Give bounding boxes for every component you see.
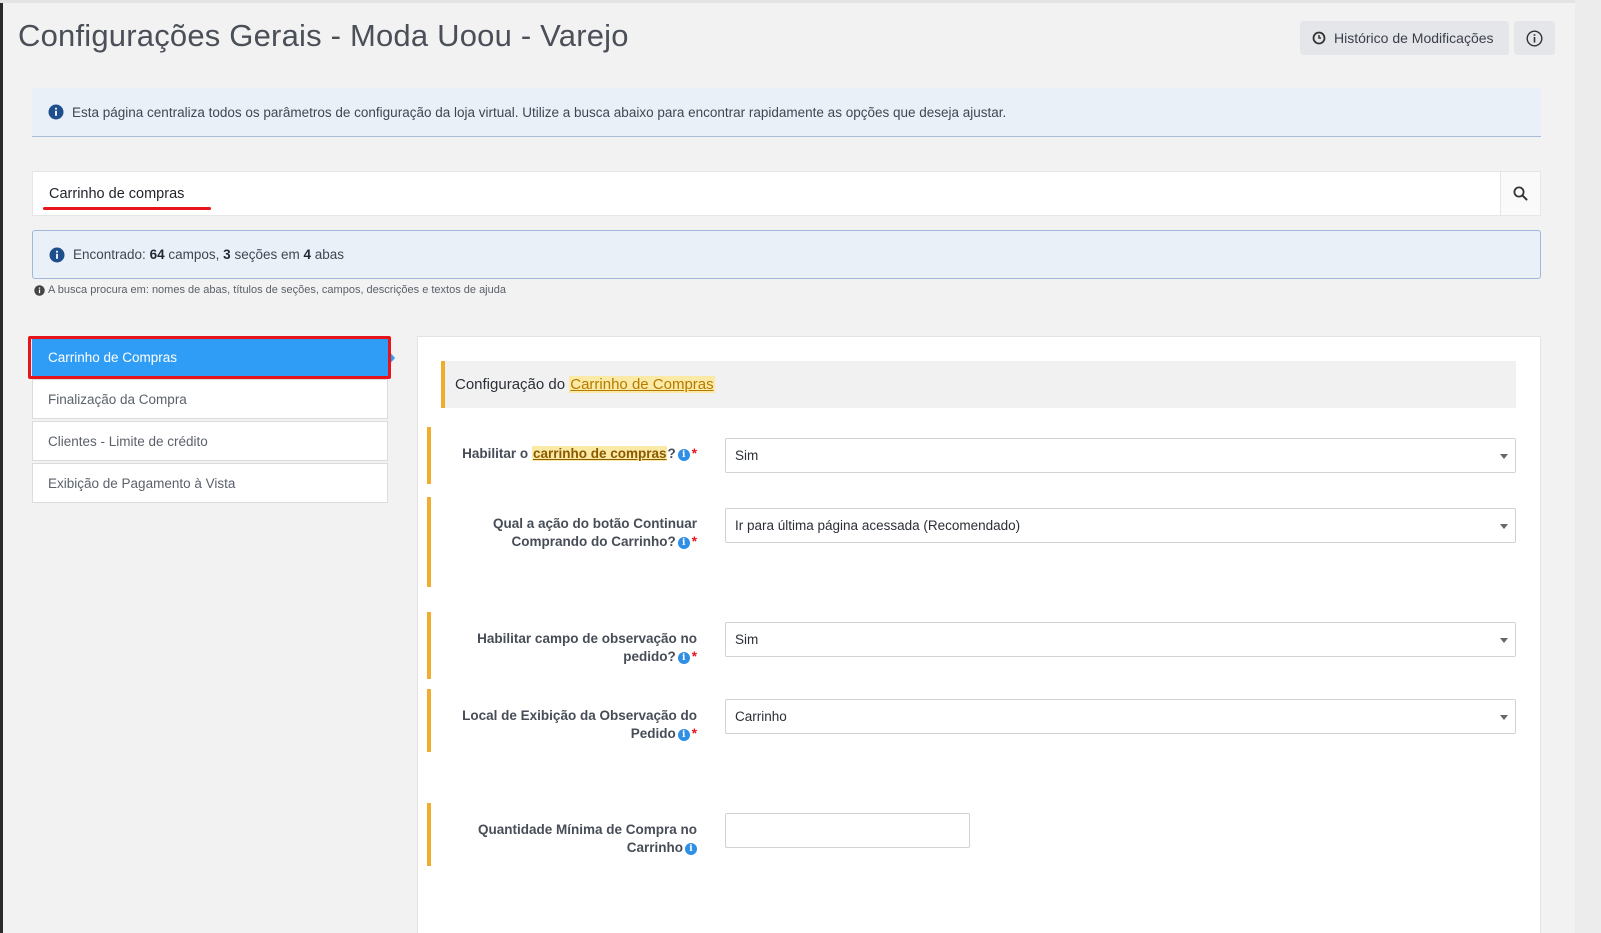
select-value: Ir para última página acessada (Recomend…	[735, 518, 1021, 533]
info-circle-icon	[34, 284, 45, 296]
help-icon[interactable]: i	[677, 652, 690, 664]
tab-clientes-limite-de-credito[interactable]: Clientes - Limite de crédito	[32, 421, 388, 461]
required-marker: *	[691, 726, 697, 741]
continue-button-action-select[interactable]: Ir para última página acessada (Recomend…	[725, 508, 1516, 543]
settings-tabs: Carrinho de Compras Finalização da Compr…	[32, 337, 395, 505]
tab-finalizacao-da-compra[interactable]: Finalização da Compra	[32, 379, 388, 419]
tab-label: Exibição de Pagamento à Vista	[48, 475, 236, 491]
notice-text: Esta página centraliza todos os parâmetr…	[72, 104, 1007, 120]
required-marker: *	[691, 649, 697, 664]
field-highlight-bar	[427, 612, 431, 679]
field-label-observation-location: Local de Exibição da Observação do Pedid…	[462, 708, 697, 741]
tab-exibicao-de-pagamento[interactable]: Exibição de Pagamento à Vista	[32, 463, 388, 503]
search-icon	[1513, 186, 1528, 201]
info-icon	[1526, 29, 1543, 47]
help-icon[interactable]: i	[685, 843, 697, 855]
observation-field-select[interactable]: Sim	[725, 622, 1516, 657]
required-marker: *	[691, 446, 697, 461]
required-marker: *	[691, 534, 697, 549]
chevron-down-icon	[1500, 638, 1508, 643]
field-label-minimum-quantity: Quantidade Mínima de Compra no Carrinho i	[477, 822, 697, 855]
chevron-down-icon	[1500, 524, 1508, 529]
window-scrollbar-track[interactable]	[1575, 0, 1601, 933]
minimum-quantity-input[interactable]	[725, 813, 970, 848]
annotation-underline	[43, 207, 211, 210]
results-text: Encontrado: 64 campos, 3 seções em 4 aba…	[73, 247, 345, 262]
enable-cart-select[interactable]: Sim	[725, 438, 1516, 473]
history-button-label: Histórico de Modificações	[1334, 30, 1494, 46]
chevron-down-icon	[1500, 715, 1508, 720]
window-top-edge	[0, 0, 1601, 3]
field-highlight-bar	[427, 427, 431, 484]
clock-icon	[1312, 31, 1326, 45]
field-highlight-bar	[427, 803, 431, 866]
help-icon[interactable]: i	[677, 449, 690, 461]
field-highlight-bar	[427, 497, 431, 587]
search-results-summary: Encontrado: 64 campos, 3 seções em 4 aba…	[32, 230, 1541, 279]
hint-text: A busca procura em: nomes de abas, títul…	[48, 284, 506, 296]
field-label-enable-cart: Habilitar o carrinho de compras? i *	[462, 446, 697, 461]
tab-label: Clientes - Limite de crédito	[48, 433, 208, 449]
search-button[interactable]	[1500, 172, 1540, 215]
search-highlight: Carrinho de Compras	[569, 376, 715, 393]
search-input[interactable]	[33, 172, 1500, 215]
field-label-observation: Habilitar campo de observação no pedido?…	[477, 631, 697, 664]
window-left-edge	[0, 0, 3, 933]
observation-location-select[interactable]: Carrinho	[725, 699, 1516, 734]
history-button[interactable]: Histórico de Modificações	[1300, 21, 1509, 55]
tab-label: Finalização da Compra	[48, 391, 187, 407]
info-circle-icon	[49, 247, 65, 262]
tab-label: Carrinho de Compras	[48, 349, 178, 365]
select-value: Sim	[735, 632, 759, 647]
page-title: Configurações Gerais - Moda Uoou - Varej…	[18, 18, 629, 53]
tabs-count: 4	[303, 247, 312, 262]
fields-count: 64	[149, 247, 165, 262]
tab-carrinho-de-compras[interactable]: Carrinho de Compras	[32, 337, 395, 377]
select-value: Carrinho	[735, 709, 787, 724]
search-bar	[32, 171, 1541, 216]
field-label-continue-button: Qual a ação do botão Continuar Comprando…	[492, 516, 697, 549]
info-circle-icon	[48, 104, 64, 120]
select-value: Sim	[735, 448, 759, 463]
section-title: Configuração do Carrinho de Compras	[441, 361, 1516, 408]
sections-count: 3	[223, 247, 231, 262]
info-notice: Esta página centraliza todos os parâmetr…	[32, 88, 1541, 137]
help-icon[interactable]: i	[677, 729, 690, 741]
chevron-down-icon	[1500, 454, 1508, 459]
info-button[interactable]	[1514, 21, 1555, 55]
search-highlight: carrinho de compras	[531, 446, 668, 461]
help-icon[interactable]: i	[677, 537, 690, 549]
search-hint: A busca procura em: nomes de abas, títul…	[34, 284, 506, 296]
field-highlight-bar	[427, 689, 431, 752]
